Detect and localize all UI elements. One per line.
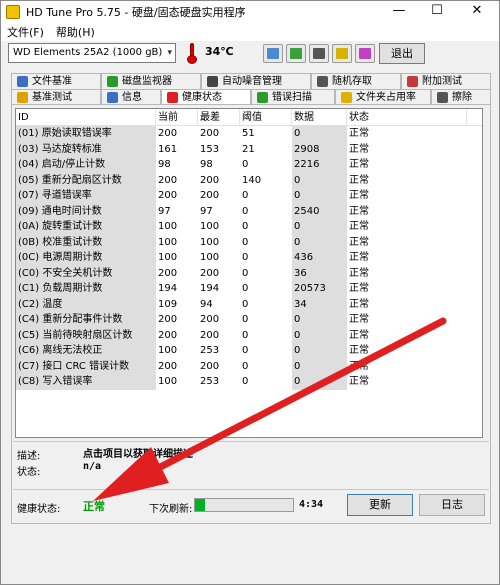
annotation-arrow-shaft bbox=[137, 317, 447, 481]
app-window: HD Tune Pro 5.75 - 硬盘/固态硬盘实用程序 — ☐ ✕ 文件(… bbox=[0, 0, 500, 585]
annotation-arrow-head bbox=[93, 447, 169, 501]
annotation-arrow bbox=[93, 317, 447, 501]
